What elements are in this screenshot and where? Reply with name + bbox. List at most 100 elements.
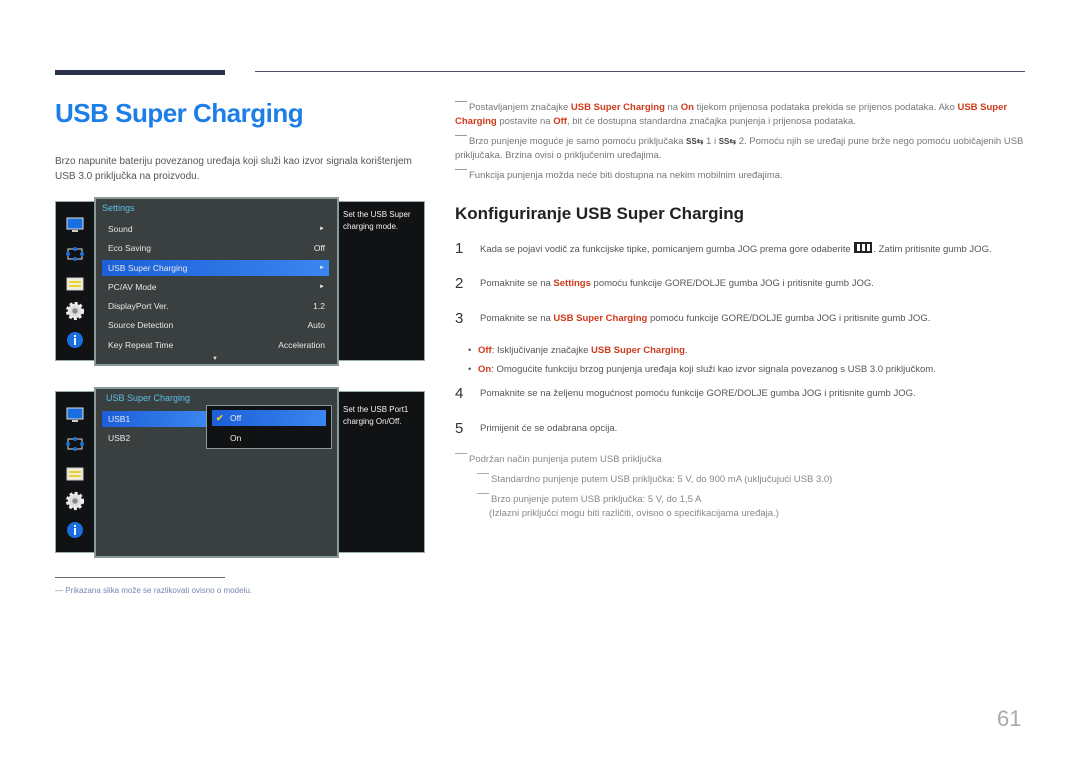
chevron-right-icon: ► [319, 284, 325, 290]
step-4: 4 Pomaknite se na željenu mogućnost pomo… [455, 383, 1035, 403]
support-fast-note: (Izlazni priključci mogu biti različiti,… [489, 508, 779, 519]
page-number: 61 [997, 706, 1022, 731]
bullet-glyph: • [468, 364, 472, 375]
note-fast-charging-ports: Brzo punjenje moguće je samo pomoću prik… [455, 135, 1025, 163]
menu-item-key-repeat-time[interactable]: Key Repeat Time Acceleration [102, 337, 329, 353]
usb-charging-panel: USB Super Charging USB1 USB2 ✔ Off On [94, 387, 339, 558]
menu-item-label: Source Detection [108, 320, 174, 330]
menu-item-label: Key Repeat Time [108, 340, 174, 350]
chevron-right-icon: ► [319, 226, 325, 232]
support-standard: Standardno punjenje putem USB priključka… [477, 473, 832, 487]
menu-item-source-detection[interactable]: Source Detection Auto [102, 317, 329, 333]
note-text: postavite na [496, 116, 554, 127]
info-icon [65, 521, 85, 539]
osd-description: Set the USB Super charging mode. [343, 210, 411, 231]
page-title: USB Super Charging [55, 98, 304, 128]
gear-icon [65, 301, 85, 321]
option-label: Off [230, 413, 242, 423]
step-text-part: . Zatim pritisnite gumb JOG. [873, 243, 992, 255]
check-icon: ✔ [216, 412, 224, 423]
menu-item-displayport-ver[interactable]: DisplayPort Ver. 1.2 [102, 298, 329, 314]
chevron-right-icon: ► [319, 265, 325, 271]
osd-settings-menu: Settings Sound ► Eco Saving Off USB Super … [55, 197, 425, 366]
support-title-text: Podržan način punjenja putem USB priklju… [469, 454, 662, 465]
step-number: 4 [455, 384, 464, 402]
support-fast: Brzo punjenje putem USB priključka: 5 V,… [477, 493, 701, 507]
panel-header: Settings [102, 203, 135, 213]
scroll-down-icon[interactable]: ▼ [212, 356, 218, 362]
step-highlight: Settings [553, 277, 591, 289]
menu-item-label: PC/AV Mode [108, 282, 157, 292]
menu-item-label: USB2 [108, 433, 131, 443]
menu-item-value: Off [313, 243, 325, 253]
menu-item-usb2[interactable]: USB2 [102, 430, 207, 446]
step-text: Pomaknite se na željenu mogućnost pomoću… [480, 387, 916, 399]
usb-ss-icon: SS⇆ [718, 137, 737, 146]
osd-description: Set the USB Port1 charging On/Off. [343, 405, 409, 426]
note-dash [477, 493, 489, 494]
step-text: Kada se pojavi vodič za funkcijske tipke… [480, 241, 992, 255]
header-bar-thick [55, 70, 225, 75]
bullet-text: . [684, 345, 688, 356]
gear-icon [65, 491, 85, 511]
info-icon [65, 331, 85, 349]
menu-item-value: Acceleration [278, 340, 325, 350]
note-text: , bit će dostupna standardna značajka pu… [566, 116, 856, 127]
resize-icon [65, 245, 85, 263]
step-number: 2 [455, 274, 464, 292]
footnote: ― Prikazana slika može se razlikovati ov… [55, 586, 252, 595]
menu-item-eco-saving[interactable]: Eco Saving Off [102, 240, 329, 256]
note-mobile-devices: Funkcija punjenja možda neće biti dostup… [455, 169, 1025, 183]
bullet-glyph: • [468, 345, 472, 356]
menu-item-usb-super-charging[interactable]: USB Super Charging ► [102, 260, 329, 276]
menu-item-value: 1.2 [313, 301, 325, 311]
bullet-text: : Isključivanje značajke [491, 345, 591, 356]
step-number: 1 [455, 239, 464, 257]
footnote-text: Prikazana slika može se razlikovati ovis… [65, 586, 252, 595]
menu-item-label: Eco Saving [108, 243, 151, 253]
monitor-icon [65, 216, 85, 234]
note-dash [477, 473, 489, 474]
resize-icon [65, 435, 85, 453]
step-text: Primijenit će se odabrana opcija. [480, 422, 618, 434]
bullet-off: • Off: Isključivanje značajke USB Super C… [468, 345, 688, 356]
note-data-transfer: Postavljanjem značajke USB Super Chargin… [455, 101, 1025, 129]
usb1-option-popup: ✔ Off On [206, 405, 332, 449]
footnote-rule [55, 577, 225, 578]
menu-item-label: USB1 [108, 414, 131, 424]
step-highlight: USB Super Charging [553, 312, 648, 324]
bullet-key: Off [478, 345, 492, 356]
option-off[interactable]: ✔ Off [212, 410, 326, 426]
step-2: 2 Pomaknite se na Settings pomoću funkci… [455, 273, 1035, 293]
menu-item-pc-av-mode[interactable]: PC/AV Mode ► [102, 279, 329, 295]
note-text: 1 i [703, 136, 719, 147]
step-3: 3 Pomaknite se na USB Super Charging pom… [455, 308, 1035, 328]
monitor-icon [65, 406, 85, 424]
osd-icon-bar [56, 392, 94, 552]
osd-usb-charging-menu: USB Super Charging USB1 USB2 ✔ Off On Set… [55, 387, 425, 558]
osd-icon-bar [56, 202, 94, 360]
step-text: Pomaknite se na USB Super Charging pomoć… [480, 313, 930, 324]
step-5: 5 Primijenit će se odabrana opcija. [455, 418, 1035, 438]
section-heading: Konfiguriranje USB Super Charging [455, 204, 745, 223]
note-text: Brzo punjenje moguće je samo pomoću prik… [469, 136, 687, 147]
step-text-part: pomoću funkcije GORE/DOLJE gumba JOG i p… [590, 277, 874, 289]
note-dash [455, 169, 467, 170]
menu-item-usb1[interactable]: USB1 [102, 411, 207, 427]
intro-text: Brzo napunite bateriju povezanog uređaja… [55, 156, 412, 182]
step-text-part: Kada se pojavi vodič za funkcijske tipke… [480, 243, 854, 255]
option-on[interactable]: On [212, 430, 326, 446]
step-number: 5 [455, 419, 464, 437]
picture-settings-icon [65, 465, 85, 483]
note-dash [455, 135, 467, 136]
bullet-highlight: USB Super Charging [591, 345, 685, 356]
menu-item-sound[interactable]: Sound ► [102, 221, 329, 237]
support-title: Podržan način punjenja putem USB priklju… [455, 453, 662, 467]
bullet-key: On [478, 364, 492, 375]
usb-ss-icon: SS⇆ [686, 137, 704, 146]
step-text-part: Pomaknite se na [480, 277, 554, 289]
bullet-text: : Omogućite funkciju brzog punjenja uređ… [491, 364, 936, 375]
note-text: Postavljanjem značajke [469, 102, 571, 113]
menu-item-label: USB Super Charging [108, 263, 188, 273]
step-number: 3 [455, 309, 464, 327]
